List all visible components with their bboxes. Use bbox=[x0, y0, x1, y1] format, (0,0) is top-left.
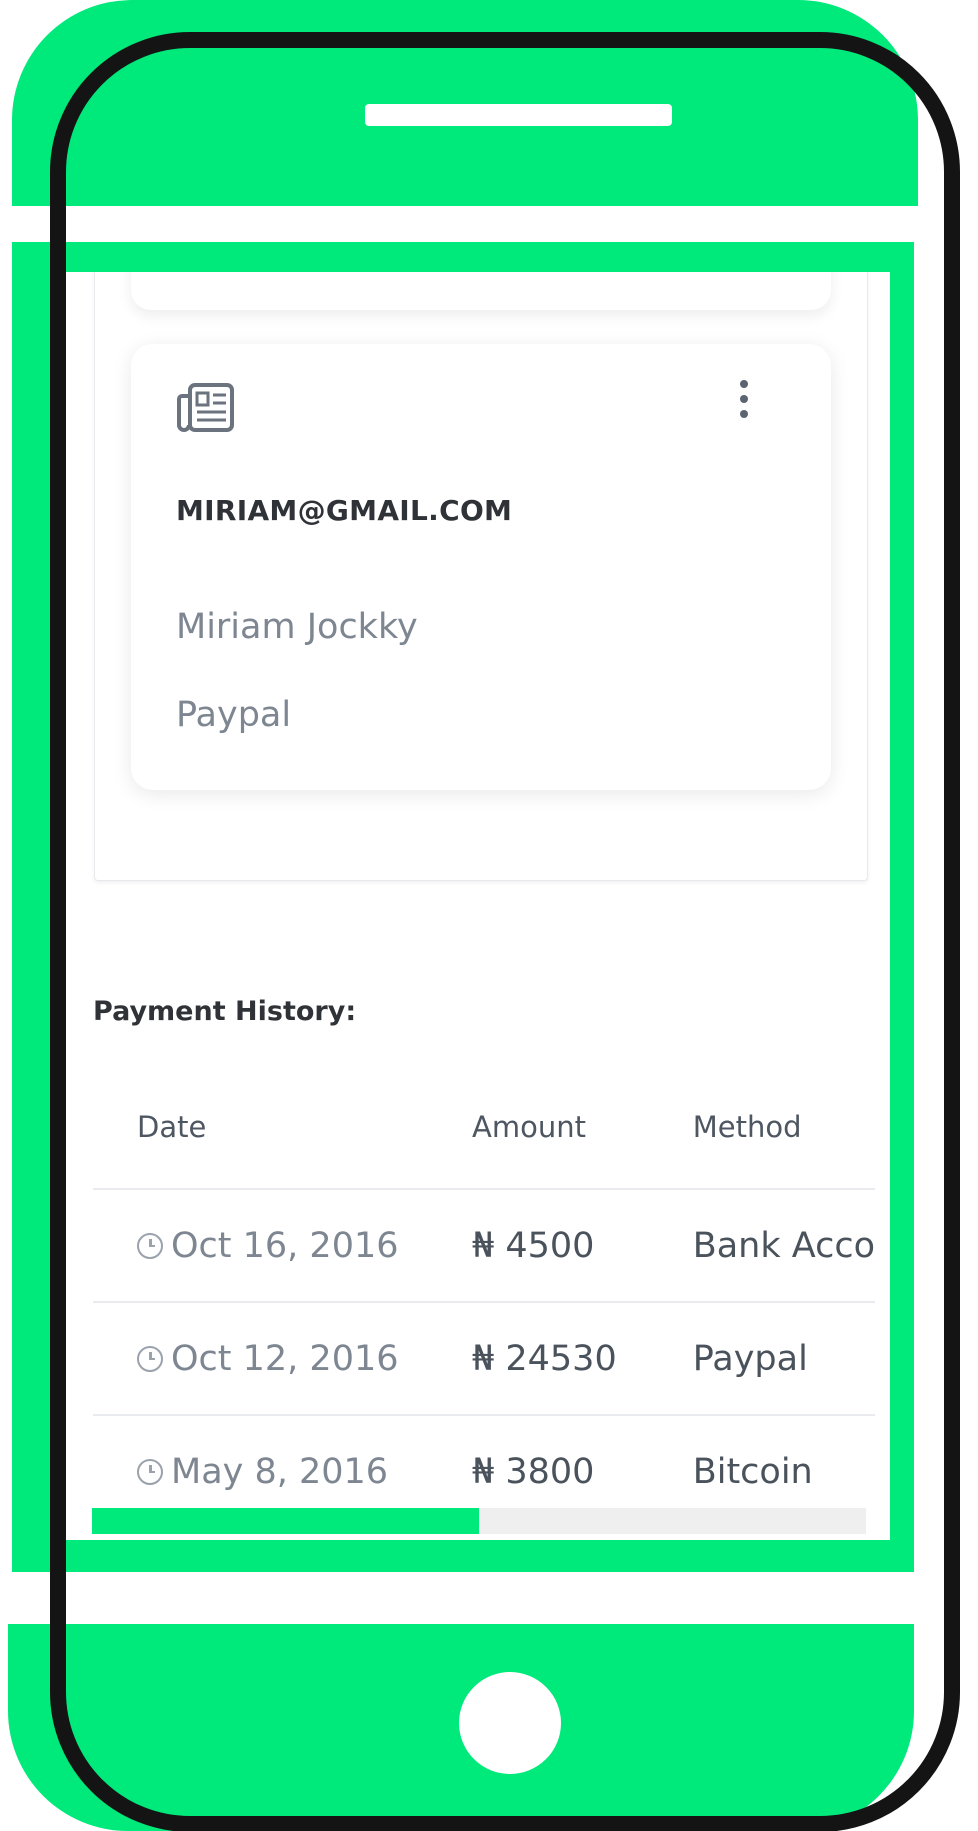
table-header-row: Date Amount Method bbox=[93, 1110, 875, 1189]
table-row: Oct 12, 2016 ₦ 24530 Paypal bbox=[93, 1301, 875, 1415]
clock-icon bbox=[137, 1232, 163, 1259]
clock-icon bbox=[137, 1345, 163, 1372]
method-cell: Bank Acco bbox=[692, 1188, 875, 1302]
method-cell: Paypal bbox=[692, 1301, 875, 1415]
menu-dot bbox=[740, 380, 748, 388]
account-email: MIRIAM@GMAIL.COM bbox=[176, 494, 513, 527]
phone-top-band bbox=[12, 206, 918, 242]
column-header-date: Date bbox=[137, 1110, 207, 1144]
scrollbar-thumb[interactable] bbox=[92, 1508, 479, 1534]
column-header-method: Method bbox=[692, 1110, 802, 1144]
phone-mockup: MIRIAM@GMAIL.COM Miriam Jockky Paypal Pa… bbox=[0, 0, 978, 1831]
date-cell: Oct 12, 2016 bbox=[93, 1301, 472, 1415]
home-button[interactable] bbox=[459, 1672, 561, 1774]
date-value: May 8, 2016 bbox=[171, 1451, 389, 1492]
phone-bottom-band bbox=[12, 1582, 918, 1624]
phone-screen: MIRIAM@GMAIL.COM Miriam Jockky Paypal Pa… bbox=[66, 272, 890, 1540]
account-payment-method: Paypal bbox=[176, 695, 292, 735]
menu-dot bbox=[740, 395, 748, 403]
menu-dot bbox=[740, 410, 748, 418]
clock-icon bbox=[137, 1458, 163, 1485]
payment-history-title: Payment History: bbox=[93, 996, 357, 1027]
amount-cell: ₦ 4500 bbox=[471, 1188, 693, 1302]
payment-history-table: Date Amount Method Oct 16, 2016 ₦ 4500 B… bbox=[93, 1110, 875, 1527]
column-header-amount: Amount bbox=[471, 1110, 586, 1144]
horizontal-scrollbar[interactable] bbox=[92, 1508, 866, 1534]
date-value: Oct 12, 2016 bbox=[171, 1338, 399, 1379]
date-cell: Oct 16, 2016 bbox=[93, 1188, 472, 1302]
more-vertical-icon[interactable] bbox=[732, 380, 756, 420]
account-holder-name: Miriam Jockky bbox=[176, 607, 418, 647]
previous-account-card bbox=[131, 272, 831, 310]
table-row: Oct 16, 2016 ₦ 4500 Bank Acco bbox=[93, 1188, 875, 1302]
phone-top-bezel bbox=[12, 0, 918, 206]
date-value: Oct 16, 2016 bbox=[171, 1225, 399, 1266]
phone-speaker bbox=[365, 104, 672, 126]
newspaper-icon bbox=[177, 383, 234, 432]
amount-cell: ₦ 24530 bbox=[471, 1301, 693, 1415]
